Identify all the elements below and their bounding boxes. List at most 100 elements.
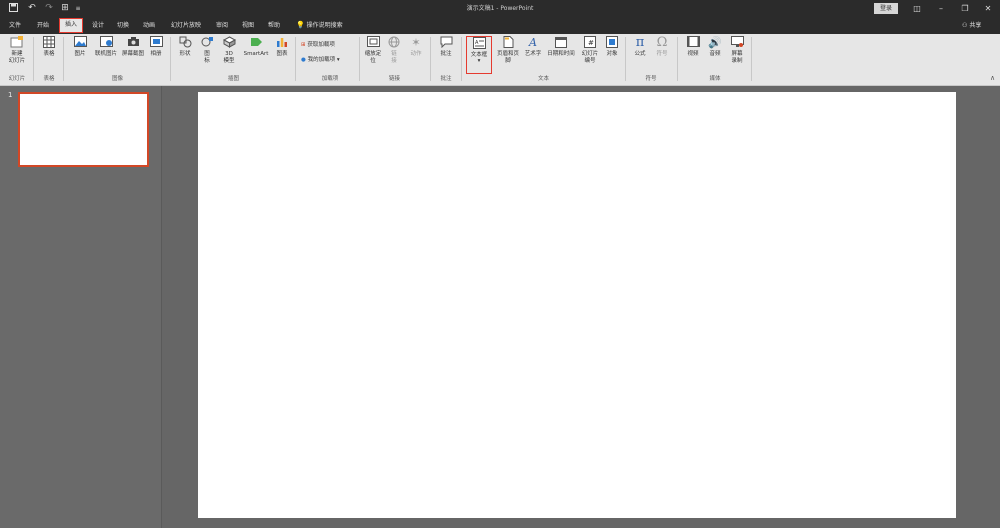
ribbon: 新建 幻灯片 幻灯片 表格 表格 图片 联机图片 屏幕截图 相册 图像 形状 图… <box>0 34 1000 86</box>
equation-button[interactable]: π 公式 <box>631 36 649 58</box>
separator <box>677 37 678 81</box>
datetime-button[interactable]: 日期和时间 <box>546 36 576 58</box>
restore-icon[interactable]: ❐ <box>958 2 972 15</box>
collapse-ribbon-icon[interactable]: ∧ <box>990 74 995 82</box>
get-addins-label: 获取加载项 <box>307 42 335 48</box>
my-addins-label: 我的加载项 <box>307 57 336 63</box>
tab-view[interactable]: 视图 <box>237 17 259 34</box>
object-icon <box>605 36 619 50</box>
screenshot-button[interactable]: 屏幕截图 <box>120 36 146 58</box>
get-addins-button[interactable]: ⊞ 获取加载项 <box>301 40 335 50</box>
slide-thumbnail[interactable] <box>18 92 149 167</box>
screenshot-label: 屏幕截图 <box>121 51 144 57</box>
tab-insert[interactable]: 插入 <box>59 18 83 33</box>
3d-model-button[interactable]: 3D 模型 <box>220 36 238 65</box>
undo-icon[interactable]: ↶ <box>26 3 38 14</box>
zoom-label: 缩放定 位 <box>364 51 382 64</box>
new-slide-label: 新建 幻灯片 <box>8 51 26 64</box>
tab-animations[interactable]: 动画 <box>138 17 160 34</box>
icons-icon <box>200 36 214 50</box>
smartart-button[interactable]: SmartArt <box>241 36 271 58</box>
zoom-button[interactable]: 缩放定 位 <box>363 36 383 65</box>
link-label: 链 接 <box>391 51 397 64</box>
globe-icon <box>387 36 401 50</box>
audio-button[interactable]: 🔊 音频 <box>706 36 724 58</box>
group-label-tables: 表格 <box>43 76 55 82</box>
group-label-addins: 加载项 <box>321 76 339 82</box>
share-label: 共享 <box>969 22 982 29</box>
online-picture-label: 联机图片 <box>94 51 117 57</box>
separator <box>625 37 626 81</box>
screen-record-button[interactable]: 屏幕 录制 <box>727 36 747 65</box>
album-button[interactable]: 相册 <box>147 36 165 58</box>
login-button[interactable]: 登录 <box>874 3 898 14</box>
3d-model-label: 3D 模型 <box>223 51 235 64</box>
dropdown-arrow-icon: ▾ <box>477 58 481 64</box>
cube-icon <box>222 36 236 50</box>
wordart-label: 艺术字 <box>524 51 542 57</box>
group-label-links: 链接 <box>388 76 400 82</box>
online-picture-button[interactable]: 联机图片 <box>92 36 120 58</box>
tab-transitions[interactable]: 切换 <box>112 17 134 34</box>
bar-chart-icon <box>275 36 289 50</box>
save-icon[interactable] <box>8 3 18 14</box>
link-button[interactable]: 链 接 <box>386 36 402 65</box>
header-footer-icon <box>501 36 515 50</box>
tab-home[interactable]: 开始 <box>32 17 54 34</box>
group-label-comments: 批注 <box>440 76 452 82</box>
tab-help[interactable]: 帮助 <box>263 17 285 34</box>
shapes-icon <box>178 36 192 50</box>
customize-qat-icon[interactable]: ≡ <box>74 3 82 14</box>
my-addins-button[interactable]: ● 我的加载项 ▾ <box>301 55 340 65</box>
tell-me-search[interactable]: 💡 操作说明搜索 <box>296 17 356 34</box>
comment-button[interactable]: 批注 <box>436 36 456 58</box>
picture-icon <box>73 36 87 50</box>
watermark-url: jingyan.baidu.com <box>774 486 904 502</box>
equation-label: 公式 <box>634 51 646 57</box>
close-icon[interactable]: ✕ <box>981 2 995 15</box>
header-footer-button[interactable]: 页眉和页脚 <box>495 36 521 65</box>
object-button[interactable]: 对象 <box>603 36 621 58</box>
wordart-button[interactable]: A 艺术字 <box>522 36 544 58</box>
tab-file[interactable]: 文件 <box>4 17 26 34</box>
omega-icon: Ω <box>656 35 668 50</box>
icons-label: 图 标 <box>204 51 210 64</box>
slide-number-button[interactable]: # 幻灯片 编号 <box>578 36 602 65</box>
redo-icon[interactable]: ↷ <box>44 3 54 14</box>
table-button[interactable]: 表格 <box>38 36 60 58</box>
new-slide-button[interactable]: 新建 幻灯片 <box>4 36 30 65</box>
slide-thumbnail-pane: 1 <box>0 86 162 528</box>
tab-review[interactable]: 审阅 <box>211 17 233 34</box>
tab-design[interactable]: 设计 <box>87 17 109 34</box>
tab-slideshow[interactable]: 幻灯片放映 <box>168 17 204 34</box>
separator <box>359 37 360 81</box>
ribbon-display-icon[interactable]: ◫ <box>910 2 924 15</box>
minimize-icon[interactable]: – <box>934 2 948 15</box>
icons-button[interactable]: 图 标 <box>198 36 216 65</box>
symbol-label: 符号 <box>656 51 668 57</box>
title-bar: ↶ ↷ ⊞ ≡ 演示文稿1 - PowerPoint 登录 ◫ – ❐ ✕ <box>0 0 1000 17</box>
pi-icon: π <box>635 35 645 50</box>
share-button[interactable]: ⚇ 共享 <box>962 17 981 34</box>
action-button[interactable]: ✶ 动作 <box>406 36 426 58</box>
picture-button[interactable]: 图片 <box>70 36 90 58</box>
watermark-logo-text: Bai 经验 <box>770 448 894 483</box>
textbox-button[interactable]: A 文本框 ▾ <box>466 36 492 74</box>
chart-label: 图表 <box>276 51 288 57</box>
smartart-label: SmartArt <box>243 51 269 57</box>
comment-label: 批注 <box>440 51 452 57</box>
camera-icon <box>126 36 140 50</box>
person-icon: ⚇ <box>962 22 968 29</box>
video-button[interactable]: 视频 <box>683 36 703 58</box>
group-label-slides: 幻灯片 <box>8 76 26 82</box>
shapes-button[interactable]: 形状 <box>176 36 194 58</box>
window-title: 演示文稿1 - PowerPoint <box>466 5 534 12</box>
datetime-label: 日期和时间 <box>547 51 575 57</box>
separator <box>295 37 296 81</box>
chart-button[interactable]: 图表 <box>273 36 291 58</box>
separator <box>63 37 64 81</box>
slide-number-label: 幻灯片 编号 <box>581 51 599 64</box>
addin-icon: ● <box>301 57 306 63</box>
present-icon[interactable]: ⊞ <box>60 3 70 14</box>
symbol-button[interactable]: Ω 符号 <box>653 36 671 58</box>
